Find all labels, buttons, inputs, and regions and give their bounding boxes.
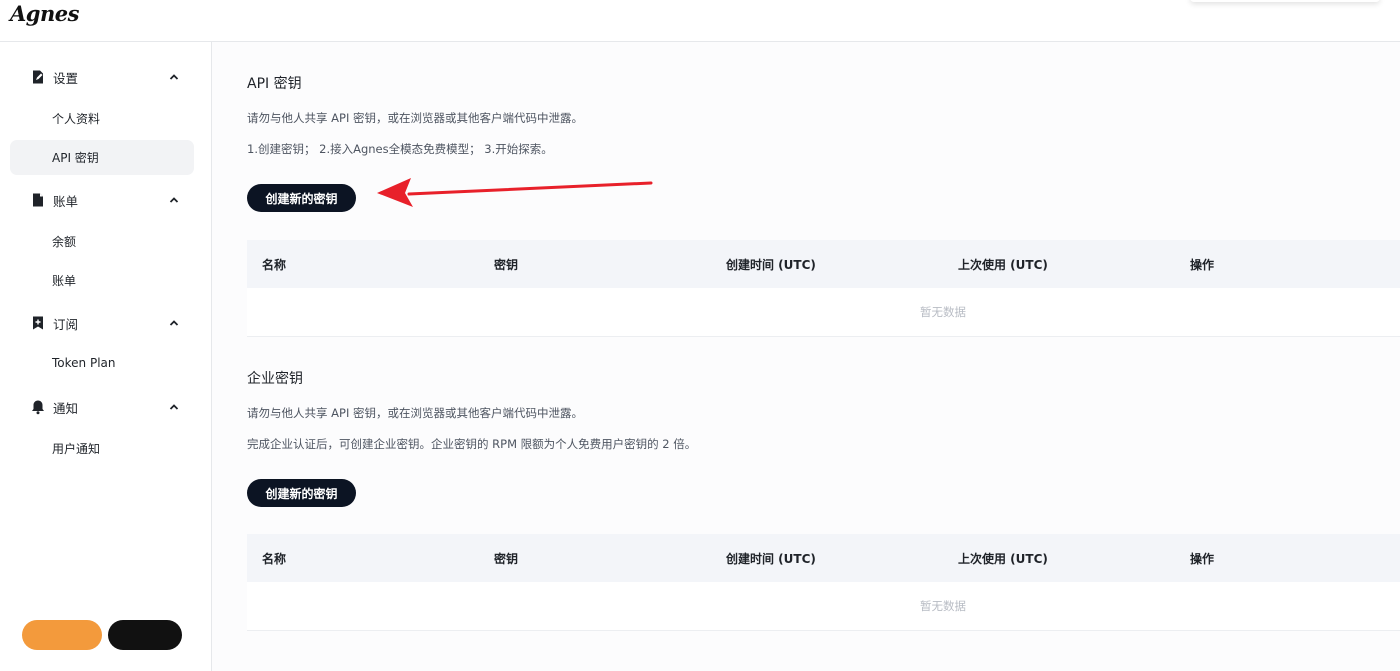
sidebar-bottom-orange-button[interactable] <box>22 620 102 650</box>
sidebar-group-notifications[interactable]: 通知 <box>10 390 194 424</box>
bell-icon <box>32 400 44 415</box>
table-body: 暂无数据 <box>247 582 1400 631</box>
api-keys-warning: 请勿与他人共享 API 密钥，或在浏览器或其他客户端代码中泄露。 <box>247 111 584 125</box>
chevron-up-icon[interactable] <box>168 194 180 206</box>
column-header-last-used: 上次使用 (UTC) <box>958 552 1048 566</box>
table-header: 名称 密钥 创建时间 (UTC) 上次使用 (UTC) 操作 <box>247 240 1400 288</box>
enterprise-keys-note: 完成企业认证后，可创建企业密钥。企业密钥的 RPM 限额为个人免费用户密钥的 2… <box>247 437 697 451</box>
sidebar-group-label: 设置 <box>53 71 79 86</box>
column-header-actions: 操作 <box>1190 552 1215 566</box>
enterprise-keys-title: 企业密钥 <box>247 371 303 387</box>
sidebar-group-label: 订阅 <box>53 317 79 332</box>
sidebar-item-label: Token Plan <box>52 356 116 370</box>
sidebar-item-balance[interactable]: 余额 <box>10 224 194 259</box>
top-right-popover-edge <box>1190 0 1380 2</box>
sidebar-item-label: API 密钥 <box>52 151 99 165</box>
table-body: 暂无数据 <box>247 288 1400 337</box>
empty-state-text: 暂无数据 <box>920 305 966 319</box>
column-header-actions: 操作 <box>1190 258 1215 272</box>
chevron-up-icon[interactable] <box>168 317 180 329</box>
sidebar-item-profile[interactable]: 个人资料 <box>10 101 194 136</box>
column-header-name: 名称 <box>262 552 287 566</box>
column-header-last-used: 上次使用 (UTC) <box>958 258 1048 272</box>
column-header-key: 密钥 <box>494 552 519 566</box>
main-content: API 密钥 请勿与他人共享 API 密钥，或在浏览器或其他客户端代码中泄露。 … <box>212 42 1400 671</box>
sidebar-item-label: 个人资料 <box>52 112 101 126</box>
api-keys-title: API 密钥 <box>247 76 302 92</box>
table-header: 名称 密钥 创建时间 (UTC) 上次使用 (UTC) 操作 <box>247 534 1400 582</box>
enterprise-keys-warning: 请勿与他人共享 API 密钥，或在浏览器或其他客户端代码中泄露。 <box>247 406 584 420</box>
chevron-up-icon[interactable] <box>168 71 180 83</box>
create-enterprise-key-button[interactable]: 创建新的密钥 <box>247 479 356 507</box>
bookmark-plus-icon <box>33 316 43 330</box>
api-keys-table: 名称 密钥 创建时间 (UTC) 上次使用 (UTC) 操作 暂无数据 <box>247 240 1400 337</box>
sidebar-item-api-keys[interactable]: API 密钥 <box>10 140 194 175</box>
sidebar-item-bills[interactable]: 账单 <box>10 263 194 298</box>
sidebar-group-billing[interactable]: 账单 <box>10 183 194 217</box>
sidebar-group-label: 通知 <box>53 401 79 416</box>
sidebar-bottom-dark-button[interactable] <box>108 620 182 650</box>
column-header-created: 创建时间 (UTC) <box>726 258 816 272</box>
chevron-up-icon[interactable] <box>168 401 180 413</box>
enterprise-keys-table: 名称 密钥 创建时间 (UTC) 上次使用 (UTC) 操作 暂无数据 <box>247 534 1400 631</box>
sidebar-item-label: 账单 <box>52 274 77 288</box>
empty-state-text: 暂无数据 <box>920 599 966 613</box>
sidebar-item-user-notifications[interactable]: 用户通知 <box>10 431 194 466</box>
sidebar-item-token-plan[interactable]: Token Plan <box>10 347 194 382</box>
api-keys-steps: 1.创建密钥； 2.接入Agnes全模态免费模型； 3.开始探索。 <box>247 142 553 156</box>
column-header-key: 密钥 <box>494 258 519 272</box>
sidebar-group-settings[interactable]: 设置 <box>10 60 194 94</box>
create-api-key-button[interactable]: 创建新的密钥 <box>247 184 356 212</box>
column-header-created: 创建时间 (UTC) <box>726 552 816 566</box>
edit-doc-icon <box>33 70 43 84</box>
sidebar-group-subscription[interactable]: 订阅 <box>10 306 194 340</box>
sidebar-item-label: 用户通知 <box>52 442 101 456</box>
sidebar: 设置 个人资料 API 密钥 账单 余额 账单 订阅 Token Plan 通知… <box>0 42 212 671</box>
sidebar-item-label: 余额 <box>52 235 77 249</box>
bill-doc-icon <box>33 193 43 207</box>
column-header-name: 名称 <box>262 258 287 272</box>
sidebar-group-label: 账单 <box>53 194 79 209</box>
top-bar: Agnes <box>0 0 1400 42</box>
red-arrow-annotation <box>377 178 653 207</box>
agnes-logo[interactable]: Agnes <box>10 1 79 26</box>
